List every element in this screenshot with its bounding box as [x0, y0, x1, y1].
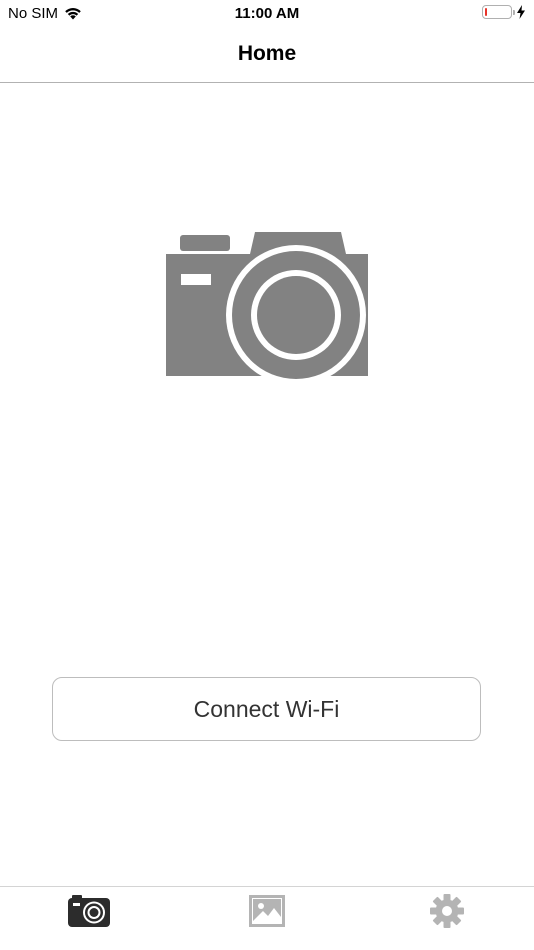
status-time: 11:00 AM [234, 5, 300, 22]
gear-icon [430, 893, 464, 933]
battery-level [485, 8, 487, 16]
tab-bar [0, 886, 534, 950]
charging-bolt-icon [516, 5, 526, 19]
battery-icon [482, 5, 515, 19]
photo-gallery-icon [249, 894, 285, 932]
camera-icon [166, 232, 368, 385]
tab-camera[interactable] [67, 894, 111, 932]
tab-gallery[interactable] [245, 894, 289, 932]
status-right [482, 5, 526, 19]
tab-settings[interactable] [425, 893, 469, 933]
connect-wifi-button[interactable]: Connect Wi-Fi [52, 677, 481, 741]
status-bar: No SIM 11:00 AM [0, 0, 534, 28]
page-title: Home [237, 42, 297, 65]
camera-tab-icon [68, 894, 110, 932]
home-screen: No SIM 11:00 AM Home Connect Wi-Fi [0, 0, 534, 950]
connect-wifi-button-label: Connect Wi-Fi [193, 695, 340, 722]
navigation-bar: Home [0, 28, 534, 83]
